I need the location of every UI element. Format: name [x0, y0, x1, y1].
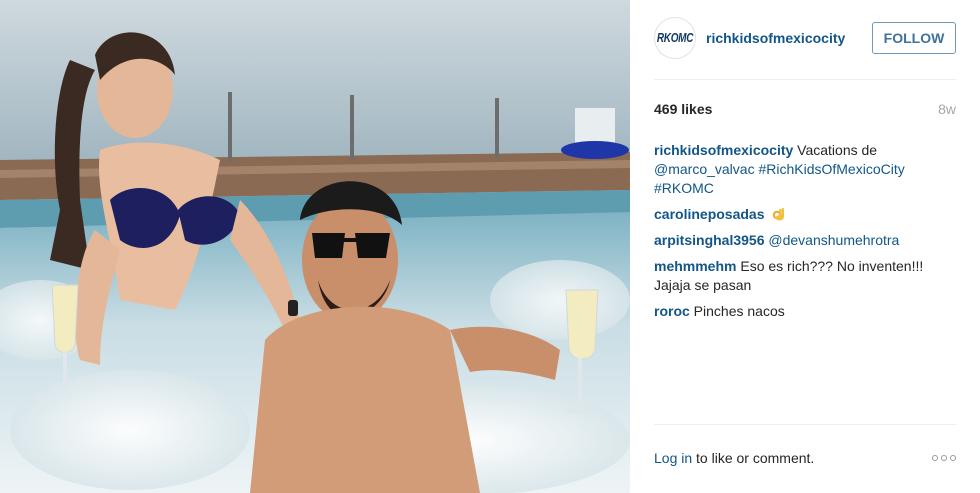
post-sidebar: RKOMC richkidsofmexicocity FOLLOW 469 li…: [630, 0, 980, 493]
post-header: RKOMC richkidsofmexicocity FOLLOW: [654, 17, 956, 59]
comment-username[interactable]: arpitsinghal3956: [654, 232, 765, 248]
username-link[interactable]: richkidsofmexicocity: [706, 30, 845, 46]
login-link[interactable]: Log in: [654, 450, 692, 466]
follow-button[interactable]: FOLLOW: [872, 22, 956, 54]
more-options-icon[interactable]: [932, 455, 956, 461]
comment-mention[interactable]: @devanshumehrotra: [768, 232, 899, 248]
comment-username[interactable]: mehmmehm: [654, 258, 736, 274]
list-item: roroc Pinches nacos: [654, 302, 950, 321]
post-stats: 469 likes 8w: [654, 101, 956, 117]
comment-username[interactable]: roroc: [654, 303, 690, 319]
divider: [654, 79, 956, 80]
comment-text: Pinches nacos: [689, 303, 785, 319]
comments-list: richkidsofmexicocity Vacations de @marco…: [654, 141, 950, 328]
divider: [654, 424, 956, 425]
login-prompt-text: to like or comment.: [692, 450, 815, 466]
list-item: arpitsinghal3956 @devanshumehrotra: [654, 231, 950, 250]
post-time-ago[interactable]: 8w: [938, 101, 956, 117]
caption-hashtag[interactable]: #RKOMC: [654, 180, 714, 196]
list-item: carolineposadas: [654, 205, 950, 224]
likes-count[interactable]: 469 likes: [654, 101, 712, 117]
post-photo[interactable]: [0, 0, 630, 493]
ok-hand-icon: [772, 206, 786, 222]
post-photo-illustration: [0, 0, 630, 493]
caption-text: Vacations de: [793, 142, 878, 158]
avatar-logo-text: RKOMC: [656, 30, 694, 46]
post-footer: Log in to like or comment.: [654, 450, 956, 466]
list-item: mehmmehm Eso es rich??? No inventen!!! J…: [654, 257, 950, 295]
caption-hashtag[interactable]: #RichKidsOfMexicoCity: [755, 161, 904, 177]
login-prompt: Log in to like or comment.: [654, 450, 814, 466]
comment-username[interactable]: carolineposadas: [654, 206, 765, 222]
avatar[interactable]: RKOMC: [654, 17, 696, 59]
caption: richkidsofmexicocity Vacations de @marco…: [654, 141, 950, 198]
caption-username[interactable]: richkidsofmexicocity: [654, 142, 793, 158]
caption-mention[interactable]: @marco_valvac: [654, 161, 755, 177]
